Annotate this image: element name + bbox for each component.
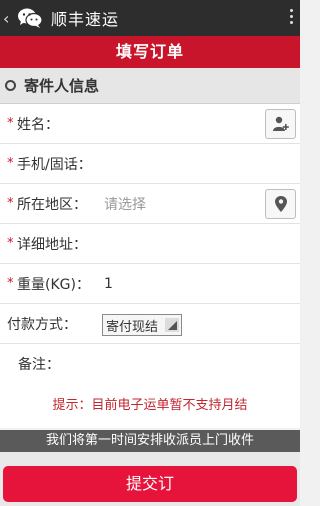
region-row[interactable]: * 所在地区： 请选择	[0, 184, 300, 224]
name-label: 姓名：	[17, 116, 59, 133]
more-menu-icon[interactable]	[290, 9, 294, 24]
dropdown-arrow-icon	[165, 318, 179, 332]
region-select[interactable]: 请选择	[104, 194, 146, 214]
weight-row[interactable]: * 重量(KG)： 1	[0, 264, 300, 304]
page-title: 填写订单	[0, 36, 300, 68]
required-mark: *	[7, 236, 14, 251]
notes-row[interactable]: 备注：	[0, 344, 300, 384]
region-label: 所在地区：	[17, 196, 87, 213]
section-title: 寄件人信息	[24, 77, 100, 95]
sender-form: * 姓名： * 手机/固话： * 所在地区： 请选择 * 详细地址： * 重量(…	[0, 104, 300, 428]
app-title: 顺丰速运	[51, 10, 120, 29]
required-mark: *	[7, 116, 14, 131]
phone-row[interactable]: * 手机/固话：	[0, 144, 300, 184]
pickup-notice: 我们将第一时间安排收派员上门收件	[0, 430, 300, 452]
section-header: 寄件人信息	[0, 68, 300, 104]
location-button[interactable]	[265, 189, 296, 219]
address-label: 详细地址：	[17, 236, 87, 253]
payment-row: 付款方式： 寄付现结	[0, 304, 300, 344]
address-row[interactable]: * 详细地址：	[0, 224, 300, 264]
footer: 提交订	[0, 452, 300, 506]
tip-text: 提示：目前电子运单暂不支持月结	[52, 398, 248, 413]
payment-selected: 寄付现结	[106, 319, 159, 335]
bullet-ring-icon	[5, 80, 16, 91]
wechat-logo-icon	[17, 7, 43, 29]
payment-select[interactable]: 寄付现结	[102, 314, 182, 336]
payment-label: 付款方式：	[7, 316, 77, 333]
weight-input[interactable]: 1	[104, 276, 113, 292]
weight-label: 重量(KG)：	[17, 276, 90, 293]
add-contact-button[interactable]	[265, 109, 296, 139]
required-mark: *	[7, 276, 14, 291]
back-icon[interactable]: ‹	[3, 9, 17, 28]
submit-button[interactable]: 提交订	[3, 466, 297, 502]
location-pin-icon	[274, 196, 287, 212]
name-row[interactable]: * 姓名：	[0, 104, 300, 144]
add-contact-icon	[272, 116, 289, 131]
required-mark: *	[7, 156, 14, 171]
required-mark: *	[7, 196, 14, 211]
top-bar: ‹ 顺丰速运	[0, 0, 300, 36]
notes-label: 备注：	[18, 357, 60, 373]
phone-label: 手机/固话：	[17, 156, 92, 173]
